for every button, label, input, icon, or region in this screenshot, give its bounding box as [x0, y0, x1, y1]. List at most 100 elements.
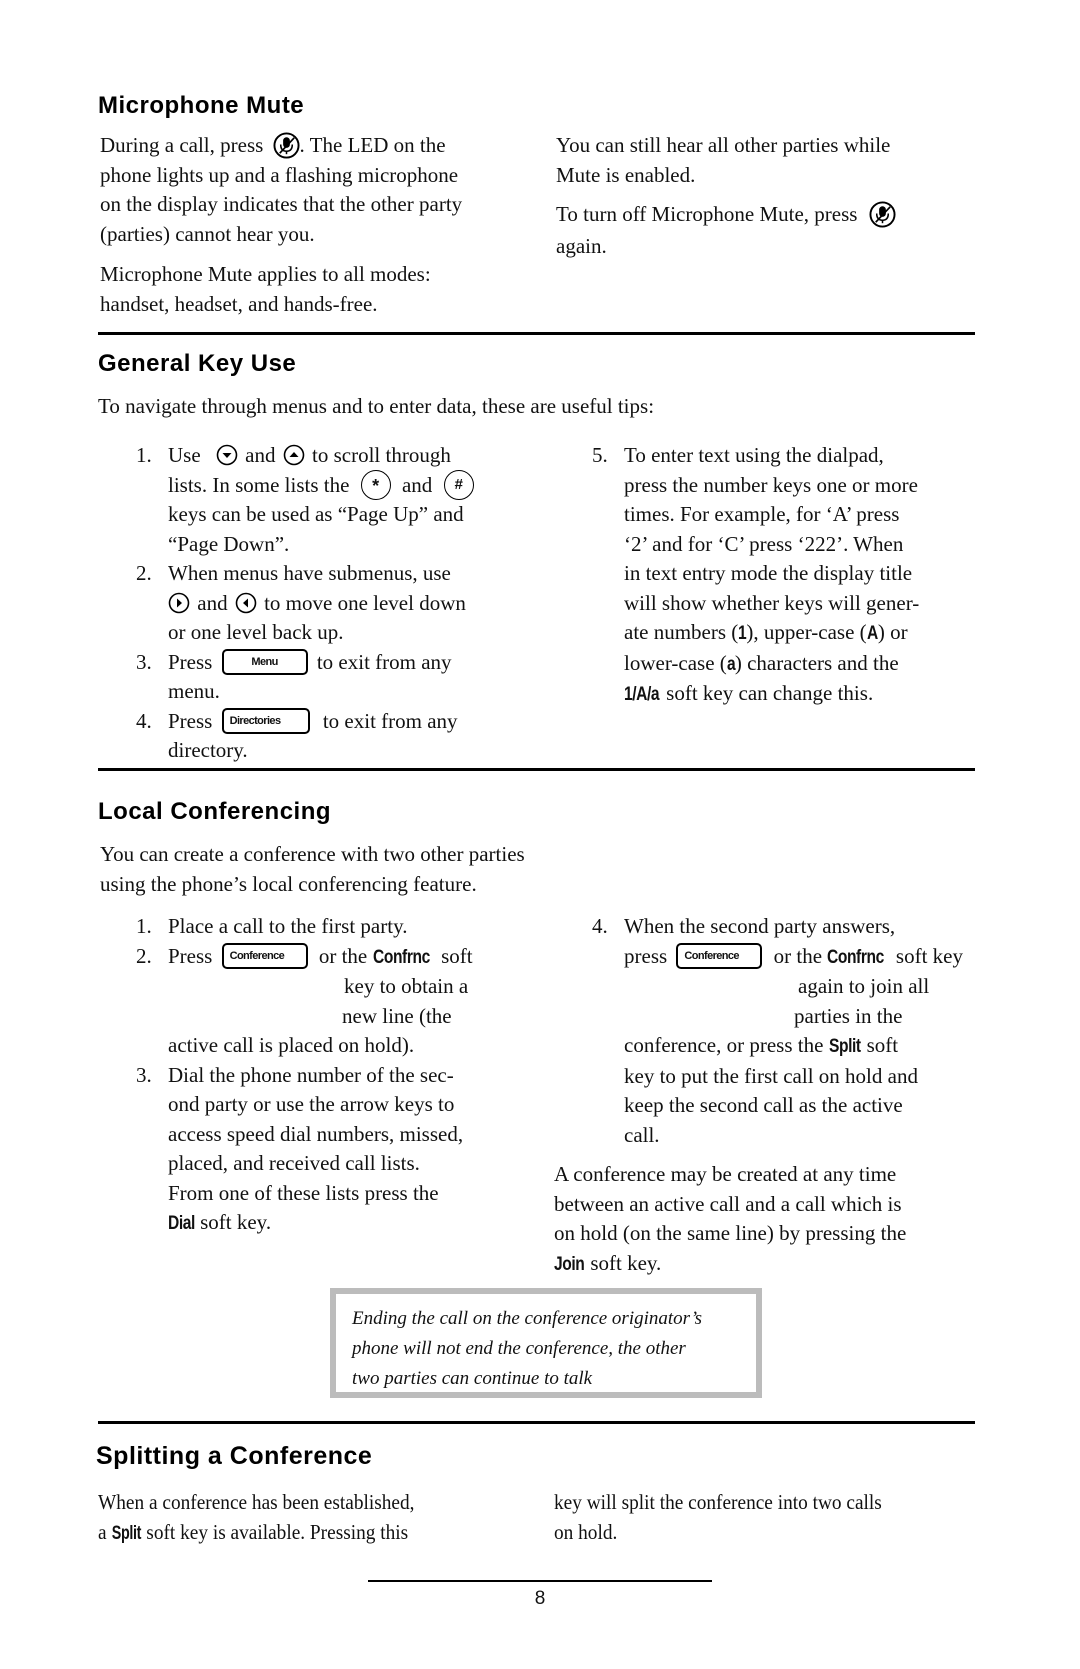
text: Press	[168, 708, 213, 733]
text: on hold.	[554, 1519, 618, 1544]
text: ond party or use the arrow keys to	[168, 1092, 455, 1116]
text: again to join all	[798, 974, 930, 998]
text: ‘2’ and for ‘C’ press ‘222’. When	[624, 531, 904, 556]
text: or the	[318, 943, 368, 968]
text: to move one level down	[264, 590, 466, 615]
list-number: 3.	[136, 649, 152, 674]
text: Ending the call on the conference origin…	[352, 1308, 703, 1329]
text: To turn off Microphone Mute, press	[556, 202, 858, 226]
list-item: 2. When menus have submenus, use and to …	[136, 559, 556, 648]
list-number: 2.	[136, 561, 152, 585]
text: conference, or press the	[624, 1033, 824, 1057]
text: To enter text using the dialpad,	[624, 443, 884, 467]
mute-paragraph-right-2: To turn off Microphone Mute, press again…	[556, 200, 976, 261]
text: ), upper-case (	[746, 620, 867, 644]
list-number: 1.	[136, 443, 152, 467]
list-item: 1. Place a call to the first party.	[136, 912, 556, 942]
text: During a call, press	[100, 133, 264, 157]
text: “Page Down”.	[168, 531, 290, 556]
text: two parties can continue to talk	[352, 1368, 593, 1389]
text: soft key.	[585, 1250, 662, 1275]
mute-paragraph-1: During a call, press . The LED on the ph…	[100, 131, 530, 249]
confrnc-softkey: Confrnc	[827, 946, 885, 968]
text: When a conference has been established,	[98, 1490, 415, 1514]
text: in text entry mode the display title	[624, 561, 913, 585]
text: to exit from any	[322, 708, 458, 733]
text: directory.	[168, 738, 248, 762]
list-item: 4. Press Directories to exit from any di…	[136, 707, 556, 766]
text: From one of these lists press the	[168, 1180, 439, 1205]
list-item: 1. Use and to scroll through lists. In s…	[136, 441, 556, 559]
conference-key-icon: Conference	[221, 942, 308, 969]
text: handset, headset, and hands-free.	[100, 291, 378, 316]
text: soft key	[895, 943, 963, 968]
text: Press	[168, 943, 213, 968]
list-item: 5. To enter text using the dialpad, pres…	[592, 441, 982, 710]
lowercase-mode-indicator: a	[726, 653, 736, 675]
section-divider	[98, 332, 975, 335]
text: soft	[861, 1033, 899, 1057]
list-number: 1.	[136, 914, 152, 938]
text: (parties) cannot hear you.	[100, 221, 315, 246]
conf-intro: You can create a conference with two oth…	[100, 840, 525, 899]
text-mode-softkey: 1/A/a	[624, 684, 660, 705]
confrnc-softkey: Confrnc	[372, 946, 430, 968]
text: lists. In some lists the	[168, 472, 350, 497]
text: soft key.	[194, 1210, 272, 1234]
mute-microphone-icon	[869, 201, 896, 228]
text: placed, and received call lists.	[168, 1151, 420, 1175]
section-title-general-key-use: General Key Use	[98, 350, 297, 377]
list-item: 2. Press Conference or the Confrnc soft …	[136, 942, 556, 1061]
text: Use	[168, 443, 201, 467]
list-number: 5.	[592, 443, 608, 467]
text: times. For example, for ‘A’ press	[624, 502, 900, 526]
text: new line (the	[342, 1003, 452, 1028]
text: When menus have submenus, use	[168, 561, 451, 585]
text: When the second party answers,	[624, 914, 896, 938]
text: will show whether keys will gener-	[624, 590, 920, 615]
text: Microphone Mute applies to all modes:	[100, 262, 431, 286]
text: Press	[168, 649, 213, 674]
text: parties in the	[794, 1003, 903, 1028]
text: soft key is available. Pressing this	[141, 1519, 409, 1544]
text: active call is placed on hold).	[168, 1033, 415, 1057]
left-arrow-key-icon	[235, 592, 257, 613]
section-title-splitting-a-conference: Splitting a Conference	[96, 1442, 373, 1470]
text: ate numbers (	[624, 620, 739, 644]
text: and	[245, 443, 276, 467]
uppercase-mode-indicator: A	[866, 623, 878, 644]
text: soft key can change this.	[660, 681, 874, 705]
text: key to obtain a	[344, 974, 469, 998]
section-divider	[98, 768, 975, 771]
text: on hold (on the same line) by pressing t…	[554, 1221, 907, 1245]
text: Mute is enabled.	[556, 162, 696, 187]
list-number: 4.	[592, 914, 608, 938]
section-divider	[98, 1421, 975, 1424]
text: and	[197, 590, 228, 615]
star-key-icon: *	[360, 469, 391, 500]
list-number: 3.	[136, 1062, 152, 1087]
text: or one level back up.	[168, 620, 344, 644]
text: menu.	[168, 679, 220, 703]
list-number: 4.	[136, 708, 152, 733]
list-item: 4. When the second party answers, press …	[592, 912, 992, 1150]
footer-rule	[368, 1580, 712, 1582]
text: A conference may be created at any time	[554, 1162, 897, 1186]
list-number: 2.	[136, 943, 152, 968]
text: Place a call to the first party.	[168, 914, 408, 938]
text: to scroll through	[312, 443, 451, 467]
dial-softkey: Dial	[168, 1213, 195, 1234]
section-title-local-conferencing: Local Conferencing	[98, 798, 332, 825]
list-item: 3. Dial the phone number of the sec- ond…	[136, 1061, 556, 1239]
mute-microphone-icon	[273, 132, 300, 159]
text: access speed dial numbers, missed,	[168, 1121, 464, 1146]
section-title-microphone-mute: Microphone Mute	[98, 92, 305, 119]
text: ) characters and the	[734, 650, 899, 675]
text: and	[401, 472, 433, 497]
note-box: Ending the call on the conference origin…	[330, 1288, 762, 1398]
text: keep the second call as the active	[624, 1093, 903, 1117]
text: soft	[441, 943, 473, 968]
text: keys can be used as “Page Up” and	[168, 502, 464, 526]
menu-key-icon: Menu	[221, 648, 308, 675]
mute-paragraph-2: Microphone Mute applies to all modes: ha…	[100, 260, 530, 319]
